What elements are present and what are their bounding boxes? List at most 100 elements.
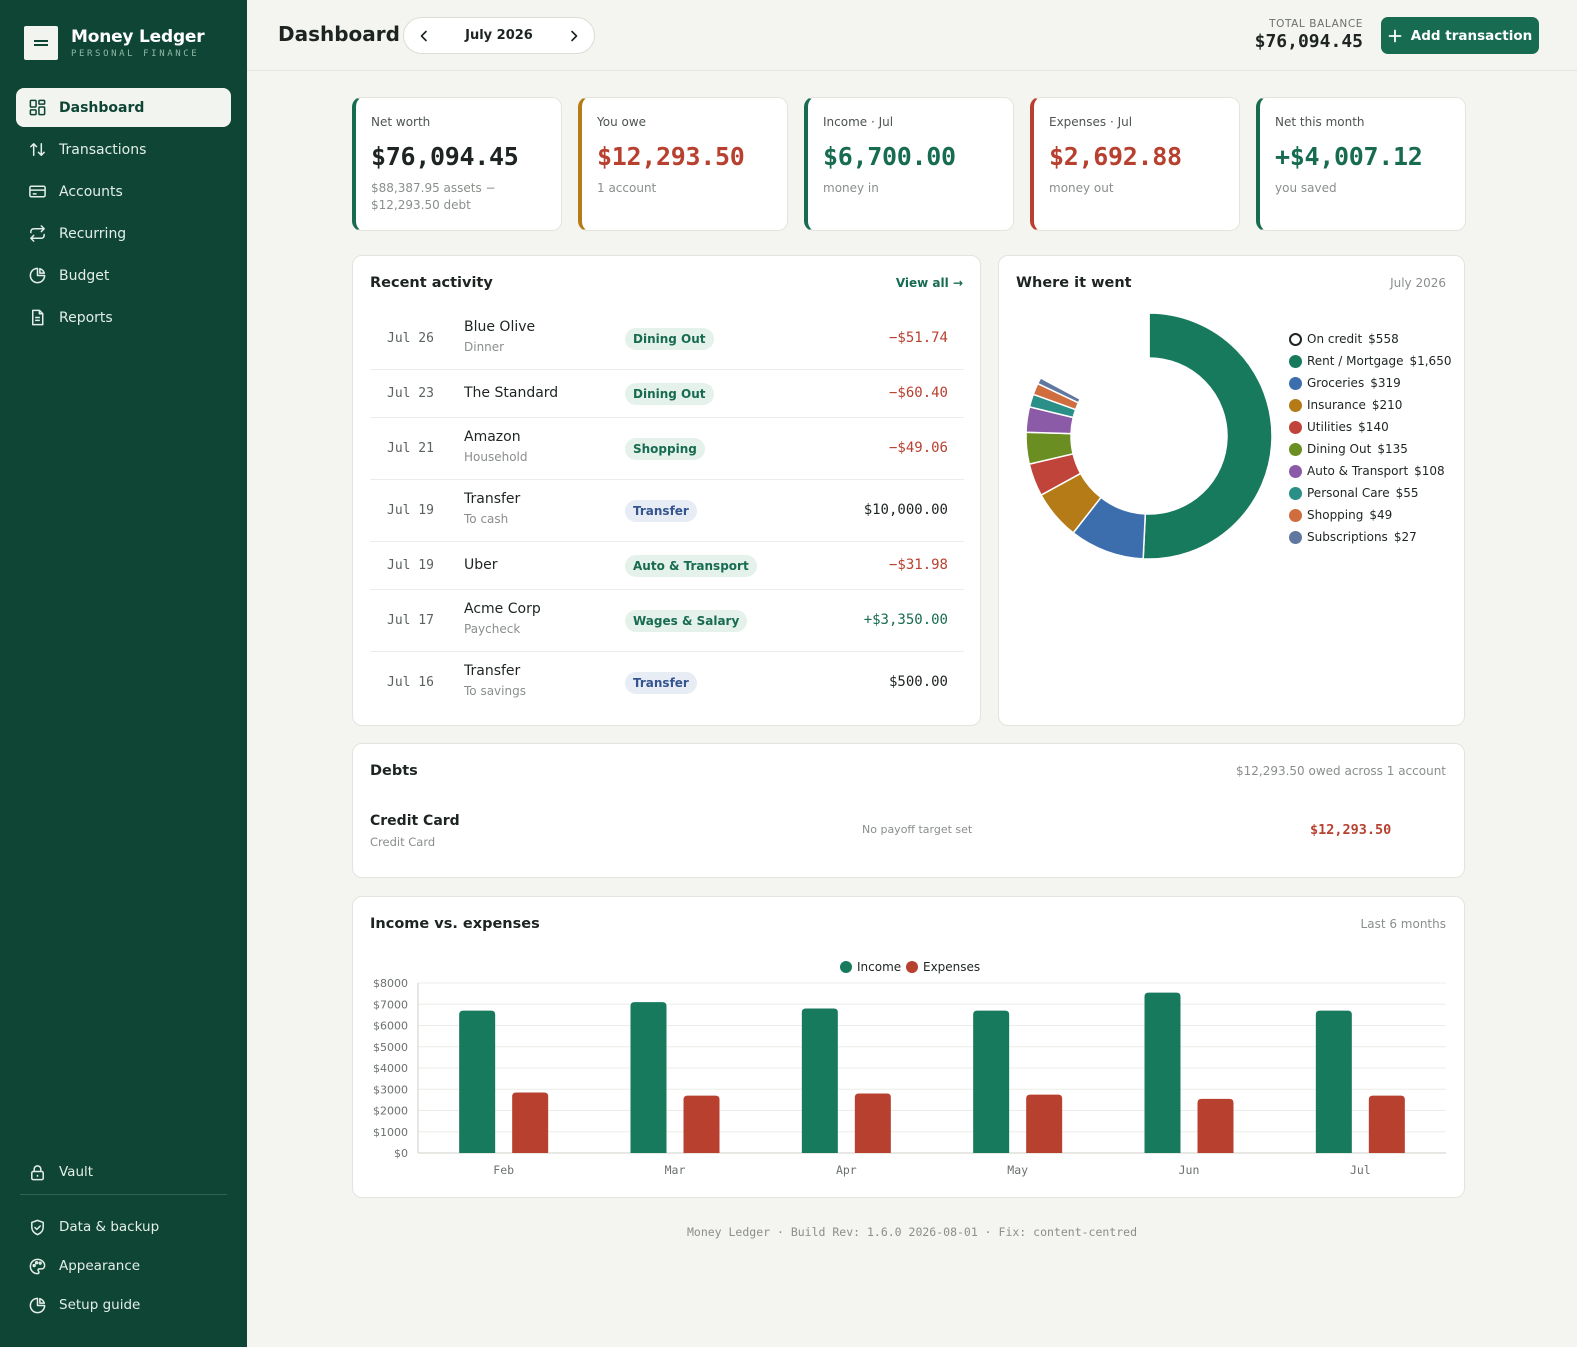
chevron-left-icon[interactable]	[416, 28, 432, 44]
bar-income-apr[interactable]	[801, 1008, 838, 1154]
add-transaction-button[interactable]: Add transaction	[1381, 17, 1539, 54]
transaction-note: Dinner	[464, 340, 505, 354]
lock-icon	[31, 1164, 44, 1180]
sidebar-item-setup-guide[interactable]: Setup guide	[16, 1287, 231, 1323]
bar-income-jul[interactable]	[1315, 1010, 1352, 1153]
transaction-date: Jul 16	[387, 675, 434, 690]
legend-item[interactable]: Groceries $319	[1289, 372, 1451, 394]
category-badge: Auto & Transport	[625, 555, 757, 577]
add-transaction-label: Add transaction	[1410, 27, 1533, 44]
legend-swatch	[1289, 464, 1302, 478]
legend-swatch	[1289, 442, 1302, 456]
sidebar-item-label: Recurring	[59, 225, 127, 242]
legend-item[interactable]: Utilities $140	[1289, 416, 1451, 438]
legend-item[interactable]: Insurance $210	[1289, 394, 1451, 416]
legend-item[interactable]: On credit $558	[1289, 328, 1451, 350]
where-it-went-period: July 2026	[1390, 276, 1446, 290]
transaction-row[interactable]: Jul 21 Amazon Household Shopping −$49.06	[370, 418, 964, 480]
debt-amount: $12,293.50	[1310, 822, 1392, 838]
transaction-date: Jul 19	[387, 558, 434, 573]
transaction-row[interactable]: Jul 16 Transfer To savings Transfer $500.00	[370, 652, 964, 714]
bar-expenses-mar[interactable]	[683, 1095, 720, 1153]
bar-expenses-may[interactable]	[1026, 1094, 1063, 1153]
stat-value: $12,293.50	[597, 142, 745, 171]
x-tick-label: Feb	[493, 1163, 514, 1177]
sidebar-item-budget[interactable]: Budget	[16, 256, 231, 295]
current-month: July 2026	[465, 28, 533, 43]
transaction-name: Transfer	[464, 491, 521, 507]
debts-summary: $12,293.50 owed across 1 account	[1235, 764, 1446, 778]
legend-item[interactable]: Auto & Transport $108	[1289, 460, 1451, 482]
legend-label: Income	[857, 960, 901, 974]
transaction-row[interactable]: Jul 19 Transfer To cash Transfer $10,000.00	[370, 480, 964, 542]
chevron-right-icon[interactable]	[566, 28, 582, 44]
brand-name: Money Ledger	[71, 27, 205, 47]
shield-icon	[31, 1219, 44, 1235]
income-vs-expenses-card: Income vs. expenses Last 6 months $0 $100…	[352, 896, 1465, 1198]
main-nav: Dashboard Transactions Accounts Recurrin…	[16, 88, 231, 340]
recent-activity-card: Recent activity View all → Jul 26 Blue Ol…	[352, 255, 981, 726]
bar-expenses-apr[interactable]	[854, 1093, 891, 1154]
bar-expenses-feb[interactable]	[512, 1092, 549, 1153]
bar-expenses-jun[interactable]	[1197, 1098, 1234, 1153]
transaction-name: The Standard	[464, 385, 559, 401]
view-all-link[interactable]: View all →	[896, 276, 963, 290]
sidebar-item-transactions[interactable]: Transactions	[16, 130, 231, 169]
secondary-nav: Vault Data & backup Appearance Setup gui…	[16, 1154, 231, 1326]
transaction-amount: −$31.98	[888, 557, 948, 573]
dashboard-icon	[29, 99, 46, 116]
palette-icon	[29, 1258, 46, 1274]
stat-card-income: Income · Jul $6,700.00 money in	[804, 97, 1014, 231]
sidebar-item-dashboard[interactable]: Dashboard	[16, 88, 231, 127]
x-tick-label: Apr	[836, 1163, 857, 1177]
legend-item[interactable]: Dining Out $135	[1289, 438, 1451, 460]
bar-income-jun[interactable]	[1144, 992, 1181, 1153]
document-icon	[31, 309, 44, 326]
legend-label: Dining Out	[1307, 442, 1372, 456]
bar-income-may[interactable]	[973, 1010, 1010, 1153]
stat-label: You owe	[597, 115, 647, 129]
sidebar-item-vault[interactable]: Vault	[16, 1154, 231, 1190]
transaction-date: Jul 26	[387, 331, 434, 346]
stat-sub: $88,387.95 assets − $12,293.50 debt	[371, 181, 496, 212]
transaction-row[interactable]: Jul 19 Uber Auto & Transport −$31.98	[370, 542, 964, 590]
legend-item[interactable]: Shopping $49	[1289, 504, 1451, 526]
legend-item[interactable]: Subscriptions $27	[1289, 526, 1451, 548]
brand[interactable]: Money Ledger PERSONAL FINANCE	[24, 26, 205, 60]
transaction-row[interactable]: Jul 17 Acme Corp Paycheck Wages & Salary +$3…	[370, 590, 964, 652]
donut-slice-rent-mortgage[interactable]	[1142, 312, 1273, 560]
donut-slice-on-credit[interactable]	[1039, 312, 1150, 401]
sidebar-item-appearance[interactable]: Appearance	[16, 1248, 231, 1284]
footer-build-info: Money Ledger · Build Rev: 1.6.0 2026-08-…	[686, 1225, 1138, 1239]
transaction-name: Blue Olive	[464, 319, 536, 335]
total-balance: TOTAL BALANCE $76,094.45	[1255, 18, 1363, 52]
transaction-row[interactable]: Jul 23 The Standard Dining Out −$60.40	[370, 370, 964, 418]
transaction-name: Amazon	[464, 429, 521, 445]
legend-item[interactable]: Rent / Mortgage $1,650	[1289, 350, 1451, 372]
bar-income-mar[interactable]	[630, 1002, 667, 1153]
bar-income-feb[interactable]	[459, 1010, 496, 1153]
topbar: Dashboard July 2026 TOTAL BALANCE $76,09…	[247, 0, 1577, 71]
sidebar-item-recurring[interactable]: Recurring	[16, 214, 231, 253]
stat-card-net-this-month: Net this month +$4,007.12 you saved	[1256, 97, 1466, 231]
stat-card-net-worth: Net worth $76,094.45 $88,387.95 assets −…	[352, 97, 562, 231]
transaction-note: To cash	[464, 512, 509, 526]
arrows-up-down-icon	[30, 143, 45, 156]
sidebar-item-accounts[interactable]: Accounts	[16, 172, 231, 211]
sidebar-item-label: Reports	[59, 309, 113, 326]
transaction-row[interactable]: Jul 26 Blue Olive Dinner Dining Out −$51.74	[370, 308, 964, 370]
transaction-amount: $10,000.00	[863, 502, 948, 518]
bar-expenses-jul[interactable]	[1368, 1095, 1405, 1153]
transaction-note: To savings	[464, 684, 526, 698]
month-selector: July 2026	[403, 17, 595, 54]
stat-value: +$4,007.12	[1275, 142, 1423, 171]
legend-label: Auto & Transport	[1307, 464, 1409, 478]
y-tick-label: $7000	[373, 998, 408, 1011]
sidebar-item-reports[interactable]: Reports	[16, 298, 231, 337]
pie-chart-icon	[29, 267, 46, 284]
ledger-logo-icon	[24, 26, 58, 60]
legend-swatch	[1289, 420, 1302, 434]
sidebar-item-data-backup[interactable]: Data & backup	[16, 1209, 231, 1245]
sidebar-item-label: Transactions	[59, 141, 147, 158]
legend-item[interactable]: Personal Care $55	[1289, 482, 1451, 504]
